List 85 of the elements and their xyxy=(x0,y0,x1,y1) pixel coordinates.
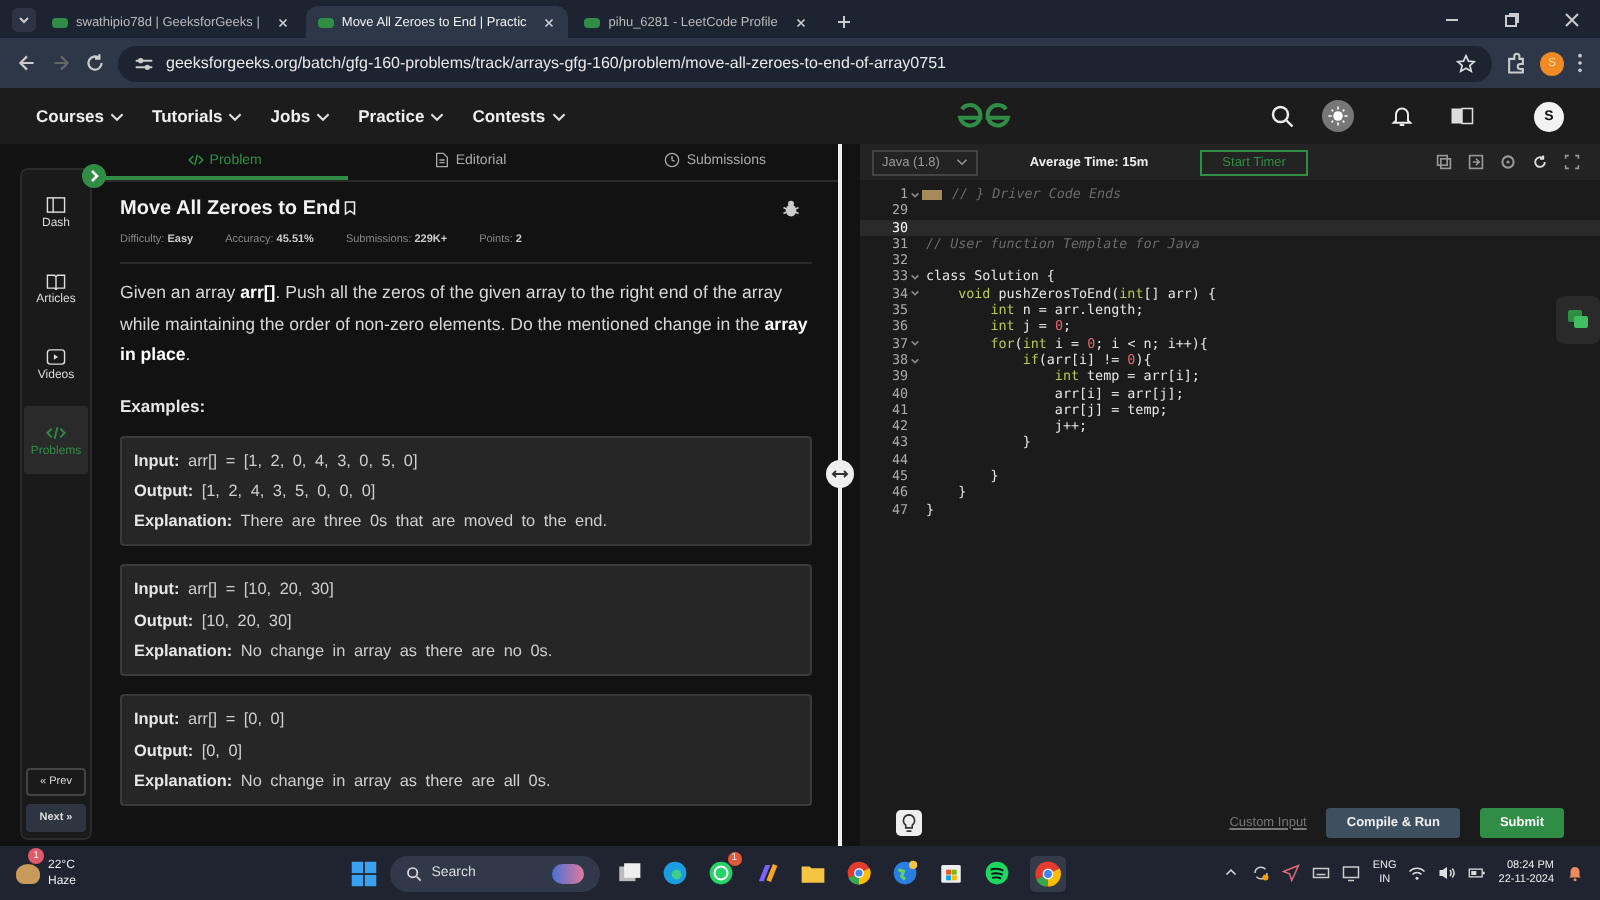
example-line: Explanation: No change in array as there are all 0s. xyxy=(134,769,553,794)
search-highlight-icon xyxy=(551,863,584,883)
search-icon[interactable] xyxy=(1270,104,1294,128)
chrome-icon[interactable] xyxy=(1029,855,1066,891)
notification-bell-icon[interactable] xyxy=(1566,864,1585,882)
nav-menu-item[interactable]: Courses xyxy=(36,106,125,126)
example-line: Explanation: There are three 0s that are moved to the end. xyxy=(134,510,609,535)
code-icon xyxy=(187,152,204,168)
fullscreen-icon[interactable] xyxy=(1564,154,1580,170)
nav-menu-item[interactable]: Tutorials xyxy=(152,106,243,126)
expand-sidebar-button[interactable] xyxy=(82,164,106,188)
example-line: Output: [0, 0] xyxy=(134,739,245,764)
battery-icon[interactable] xyxy=(1468,864,1487,882)
extensions-icon[interactable] xyxy=(1504,51,1528,75)
start-button[interactable] xyxy=(349,859,378,887)
whatsapp-icon[interactable] xyxy=(707,860,734,886)
nav-menu-item[interactable]: Jobs xyxy=(270,106,331,126)
tab-search-button[interactable] xyxy=(12,8,36,32)
reset-icon[interactable] xyxy=(1532,154,1548,170)
site-icon xyxy=(317,17,334,27)
monitor-icon[interactable] xyxy=(1342,864,1361,882)
site-settings-icon[interactable] xyxy=(134,53,154,73)
menu-icon[interactable] xyxy=(1576,52,1584,74)
nav-menu-item[interactable]: Practice xyxy=(358,106,445,126)
chevron-icon xyxy=(316,111,331,121)
copy-icon[interactable] xyxy=(1436,154,1452,170)
example-line: Input: arr[] = [0, 0] xyxy=(134,708,287,733)
clock-icon xyxy=(664,152,681,168)
back-button[interactable] xyxy=(16,52,38,74)
weather-icon[interactable] xyxy=(16,863,40,883)
caret-icon xyxy=(955,158,968,166)
speaker-icon[interactable] xyxy=(1438,864,1457,882)
globe-icon[interactable] xyxy=(891,860,918,886)
chrome-icon[interactable] xyxy=(845,860,872,886)
task-view-icon[interactable] xyxy=(615,860,642,886)
close-icon[interactable] xyxy=(793,15,808,29)
chat-button[interactable] xyxy=(1556,296,1600,344)
new-tab-button[interactable] xyxy=(835,14,852,30)
location-arrow-icon[interactable] xyxy=(1282,864,1301,882)
example-line: Input: arr[] = [1, 2, 0, 4, 3, 0, 5, 0] xyxy=(134,449,420,474)
example-line: Output: [1, 2, 4, 3, 5, 0, 0, 0] xyxy=(134,479,378,504)
chevron-icon xyxy=(228,111,243,121)
translate-icon[interactable] xyxy=(1450,104,1474,128)
bell-icon[interactable] xyxy=(1390,104,1414,128)
nav-menu-item[interactable]: Contests xyxy=(472,106,566,126)
document-icon xyxy=(433,152,450,168)
import-icon[interactable] xyxy=(1468,154,1484,170)
problem-title: Move All Zeroes to End xyxy=(120,197,341,219)
settings-icon[interactable] xyxy=(1500,154,1516,170)
copilot-icon[interactable] xyxy=(753,860,780,886)
reload-button[interactable] xyxy=(84,52,106,74)
bookmark-icon[interactable] xyxy=(344,200,357,216)
bookmark-star-icon[interactable] xyxy=(1456,53,1476,73)
address-bar[interactable]: geeksforgeeks.org/batch/gfg-160-problems/track/arrays-gfg-160/problem/move-all-zeroes-to-end-of-array0751 xyxy=(118,45,1492,81)
example-line: Input: arr[] = [10, 20, 30] xyxy=(134,578,336,603)
restore-button[interactable] xyxy=(1502,10,1522,30)
chevron-icon xyxy=(551,111,566,121)
folded-code-marker[interactable] xyxy=(922,189,942,200)
fold-caret-icon[interactable] xyxy=(910,189,920,200)
chevron-icon xyxy=(110,111,125,121)
spotify-icon[interactable] xyxy=(983,860,1010,886)
search-icon xyxy=(405,865,422,881)
resize-handle[interactable] xyxy=(826,460,854,488)
close-icon[interactable] xyxy=(542,15,557,29)
bug-icon[interactable] xyxy=(782,199,800,217)
sync-icon[interactable] xyxy=(1252,864,1271,882)
example-line: Explanation: No change in array as there are no 0s. xyxy=(134,639,555,664)
video-icon xyxy=(46,347,66,365)
close-icon[interactable] xyxy=(275,15,290,29)
code-icon xyxy=(46,423,66,441)
dashboard-icon xyxy=(46,195,66,213)
examples-heading: Examples: xyxy=(120,395,208,415)
site-icon xyxy=(584,17,601,27)
problem-description: Given an array arr[]. Push all the zeros of the given array to the right end of the array while maintaining the order of non-zero elements. Do the mentioned change in the array in place. xyxy=(120,280,810,368)
keyboard-icon[interactable] xyxy=(1312,864,1331,882)
browser-icon[interactable] xyxy=(661,860,688,886)
close-button[interactable] xyxy=(1562,10,1582,30)
book-icon xyxy=(46,271,66,289)
theme-toggle-icon[interactable] xyxy=(1322,100,1354,132)
site-icon xyxy=(52,17,68,27)
store-icon[interactable] xyxy=(937,860,964,886)
lightbulb-icon[interactable] xyxy=(896,809,922,835)
wifi-icon[interactable] xyxy=(1408,864,1427,882)
chevron-icon xyxy=(430,111,445,121)
example-line: Output: [10, 20, 30] xyxy=(134,609,294,634)
